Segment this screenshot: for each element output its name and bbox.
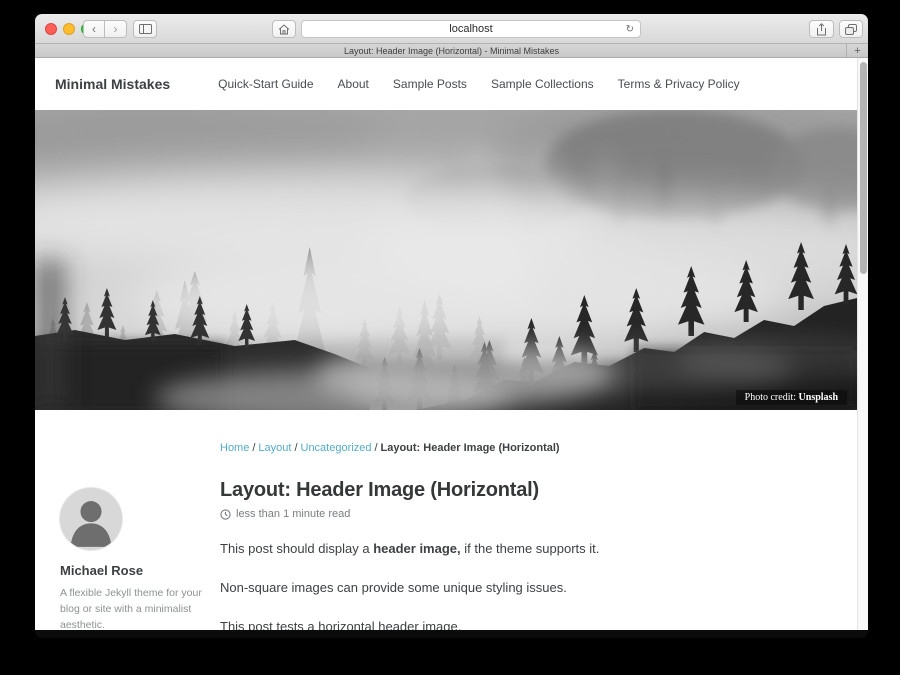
reload-icon[interactable]: ↻ (626, 24, 634, 35)
post-meta: less than 1 minute read (220, 508, 785, 520)
breadcrumb-current: Layout: Header Image (Horizontal) (381, 442, 560, 454)
browser-toolbar: ‹ › localhost ↻ (35, 14, 868, 44)
web-page: Minimal Mistakes Quick-Start Guide About… (35, 58, 857, 630)
tab-bar: Layout: Header Image (Horizontal) - Mini… (35, 44, 868, 58)
scrollbar-thumb[interactable] (860, 62, 867, 274)
breadcrumb-layout[interactable]: Layout (258, 442, 291, 454)
home-button[interactable] (272, 20, 296, 38)
photo-credit: Photo credit: Unsplash (736, 390, 847, 405)
author-sidebar: Michael Rose A flexible Jekyll theme for… (60, 442, 220, 630)
breadcrumb-uncategorized[interactable]: Uncategorized (301, 442, 372, 454)
author-name: Michael Rose (60, 563, 220, 578)
sidebar-icon (139, 24, 152, 34)
clock-icon (220, 509, 231, 520)
paragraph: This post tests a horizontal header imag… (220, 617, 785, 630)
author-bio: A flexible Jekyll theme for your blog or… (60, 586, 202, 630)
paragraph: This post should display a header image,… (220, 539, 785, 559)
photo-credit-label: Photo credit: (745, 392, 799, 403)
nav-about[interactable]: About (338, 77, 369, 91)
close-window-button[interactable] (45, 23, 57, 35)
minimize-window-button[interactable] (63, 23, 75, 35)
page-scrollbar[interactable] (857, 58, 868, 630)
sidebar-toggle-button[interactable] (133, 20, 157, 38)
back-icon: ‹ (92, 23, 96, 35)
address-bar[interactable]: localhost ↻ (301, 20, 641, 38)
paragraph-text: This post should display a (220, 541, 373, 556)
nav-terms-privacy[interactable]: Terms & Privacy Policy (618, 77, 740, 91)
paragraph-bold-text: header image, (373, 541, 460, 556)
nav-quick-start-guide[interactable]: Quick-Start Guide (218, 77, 313, 91)
share-button[interactable] (809, 20, 834, 38)
paragraph: Non-square images can provide some uniqu… (220, 578, 785, 598)
read-time: less than 1 minute read (236, 508, 350, 520)
url-text: localhost (449, 23, 492, 35)
post-main: Home/Layout/Uncategorized/Layout: Header… (220, 442, 785, 630)
forward-icon: › (114, 23, 118, 35)
active-tab[interactable]: Layout: Header Image (Horizontal) - Mini… (344, 46, 559, 56)
site-title[interactable]: Minimal Mistakes (55, 76, 170, 92)
show-all-tabs-button[interactable] (839, 20, 863, 38)
share-icon (816, 23, 827, 36)
article: Michael Rose A flexible Jekyll theme for… (35, 410, 857, 630)
page-title: Layout: Header Image (Horizontal) (220, 479, 785, 502)
browser-window: ‹ › localhost ↻ Layout: Header Image (Ho… (35, 14, 868, 638)
nav-sample-collections[interactable]: Sample Collections (491, 77, 594, 91)
photo-credit-source: Unsplash (799, 392, 838, 403)
person-icon (60, 488, 122, 550)
breadcrumb-separator: / (374, 442, 377, 454)
new-tab-button[interactable]: + (846, 44, 868, 57)
header-image: Photo credit: Unsplash (35, 110, 857, 410)
breadcrumb-separator: / (294, 442, 297, 454)
breadcrumb-home[interactable]: Home (220, 442, 249, 454)
post-body: This post should display a header image,… (220, 539, 785, 630)
header-image-illustration (35, 110, 857, 410)
site-nav: Quick-Start Guide About Sample Posts Sam… (218, 77, 740, 91)
forward-button[interactable]: › (105, 20, 127, 38)
avatar (60, 488, 122, 550)
nav-sample-posts[interactable]: Sample Posts (393, 77, 467, 91)
browser-viewport: Minimal Mistakes Quick-Start Guide About… (35, 58, 868, 630)
paragraph-text: if the theme supports it. (461, 541, 600, 556)
back-button[interactable]: ‹ (83, 20, 105, 38)
home-icon (278, 24, 290, 35)
breadcrumb: Home/Layout/Uncategorized/Layout: Header… (220, 442, 785, 454)
breadcrumb-separator: / (252, 442, 255, 454)
tabs-icon (845, 24, 857, 35)
site-masthead: Minimal Mistakes Quick-Start Guide About… (35, 58, 857, 110)
